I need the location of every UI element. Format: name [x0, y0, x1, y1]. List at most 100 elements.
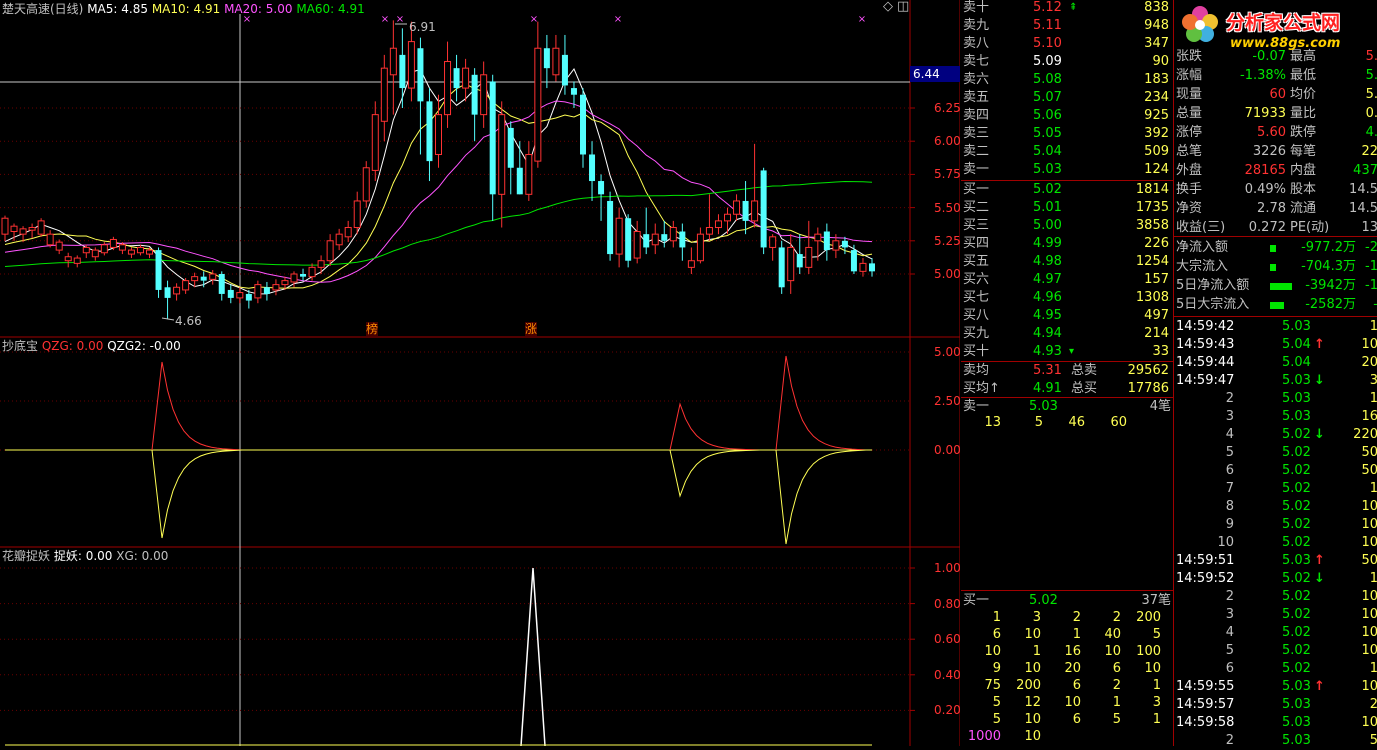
candle-body-up — [714, 220, 722, 229]
tick-time: 14:59:43 — [1176, 337, 1235, 352]
restore-icon[interactable]: ◫ — [897, 0, 909, 14]
tick-time: 14:59:58 — [1176, 715, 1235, 730]
average-row: 卖均 5.31 总卖 29562 — [963, 362, 1171, 380]
qzg2-spike — [775, 449, 867, 545]
buy-level-row: 买二 5.01 1735 — [963, 199, 1171, 217]
sell-level-volume: 509 — [1144, 144, 1169, 159]
candle-body-up — [733, 200, 741, 215]
queue-order: 10 — [1024, 627, 1041, 642]
sell-level-volume: 124 — [1144, 162, 1169, 177]
candle-body-up — [290, 273, 298, 283]
indicator1-title-bar: 抄底宝 QZG: 0.00 QZG2: -0.00 — [2, 339, 181, 353]
buy-level-volume: 3858 — [1135, 218, 1169, 233]
candle-body-up — [407, 41, 415, 89]
tick-price: 5.02 — [1282, 427, 1311, 442]
candle-body-down — [155, 250, 162, 290]
tick-row: 14:59:55 5.03 ↑ 10 — [1176, 678, 1377, 696]
candle-body-up — [696, 233, 704, 262]
tick-time: 14:59:57 — [1176, 697, 1235, 712]
tick-row: 6 5.02 50 — [1176, 462, 1377, 480]
queue-order: 2 — [1112, 610, 1121, 625]
tick-time: 14:59:42 — [1176, 319, 1235, 334]
candle-body-down — [841, 240, 848, 248]
candle-body-up — [326, 240, 334, 262]
tick-price: 5.02 — [1282, 643, 1311, 658]
flow-value-2: -1 — [1365, 259, 1377, 274]
sell-level-label: 卖二 — [963, 144, 990, 159]
list-mark-badge: 榜 — [366, 322, 379, 336]
tick-time: 6 — [1225, 463, 1234, 478]
candle-body-up — [100, 244, 108, 254]
indicator2-title: 花瓣捉妖 — [2, 549, 51, 563]
tick-volume: 10 — [1361, 535, 1377, 550]
stat-value: 5.60 — [1257, 125, 1286, 140]
tick-row: 7 5.02 1 — [1176, 480, 1377, 498]
signal-marker: × — [858, 14, 866, 25]
queue-order: 10 — [1064, 695, 1081, 710]
queue-order: 100 — [1136, 644, 1161, 659]
tick-row: 5 5.02 50 — [1176, 444, 1377, 462]
tick-time: 14:59:51 — [1176, 553, 1235, 568]
candle-body-down — [507, 127, 514, 168]
sell-level-volume: 838 — [1144, 0, 1169, 15]
candle-body-down — [263, 287, 270, 294]
tick-time: 3 — [1225, 607, 1234, 622]
queue-order: 6 — [1072, 712, 1081, 727]
tick-volume: 1 — [1369, 319, 1377, 334]
candle-body-down — [453, 68, 460, 89]
candle-body-down — [543, 48, 550, 69]
stat-value: 71933 — [1244, 106, 1286, 121]
flow-row: 净流入额 -977.2万 -2 — [1176, 239, 1377, 257]
buy1-queue-header: 买一 5.02 37笔 — [963, 592, 1171, 610]
candle-body-up — [832, 240, 840, 251]
stat-value: 4. — [1365, 125, 1377, 140]
qzg2-spike — [669, 449, 761, 498]
total-value: 29562 — [1127, 363, 1169, 378]
tick-row: 2 5.03 5 — [1176, 732, 1377, 750]
candle-body-up — [371, 114, 379, 171]
buy-level-label: 买三 — [963, 218, 990, 233]
chart-area[interactable]: × × × × × × — [0, 0, 960, 746]
tick-time: 2 — [1225, 589, 1234, 604]
window-buttons[interactable]: ◇ ◫ — [883, 0, 909, 14]
queue-order: 1 — [1032, 644, 1041, 659]
sell-level-label: 卖十 — [963, 0, 990, 15]
tick-price: 5.03 — [1282, 373, 1311, 388]
tick-volume: 5 — [1369, 733, 1377, 748]
queue-order: 200 — [1016, 678, 1041, 693]
stat-row: 总量 71933 量比 0. — [1176, 105, 1377, 123]
arrow-down-icon: ↓ — [1314, 427, 1325, 442]
diamond-icon[interactable]: ◇ — [883, 0, 893, 14]
sell-level-label: 卖九 — [963, 18, 990, 33]
stat-row: 涨幅 -1.38% 最低 5. — [1176, 67, 1377, 85]
tick-volume: 50 — [1361, 463, 1377, 478]
qzg2-spike — [151, 449, 243, 539]
stat-value: 13 — [1361, 220, 1377, 235]
sell-level-price: 5.08 — [1033, 72, 1062, 87]
candle-body-up — [82, 246, 90, 254]
queue-order: 16 — [1064, 644, 1081, 659]
queue-row: 75 200 6 2 1 — [963, 677, 1171, 695]
candle-body-down — [796, 254, 803, 268]
flow-value: -704.3万 — [1301, 259, 1356, 274]
tick-volume: 10 — [1361, 499, 1377, 514]
candle-body-up — [859, 262, 867, 272]
queue-order: 5 — [1112, 712, 1121, 727]
sell-level-row: 卖九 5.11 948 — [963, 17, 1171, 35]
stat-label: 均价 — [1290, 87, 1317, 102]
buy-level-volume: 33 — [1152, 344, 1169, 359]
candle-body-up — [281, 280, 289, 286]
candle-body-down — [561, 54, 568, 86]
price-axis-label: 5.00 — [934, 267, 961, 281]
flow-value-2: -2 — [1365, 240, 1377, 255]
candle-body-up — [805, 246, 813, 268]
candle-body-down — [778, 247, 785, 288]
candle-body-down — [679, 231, 686, 248]
candle-body-down — [227, 289, 234, 298]
tick-time: 9 — [1225, 517, 1234, 532]
arrow-icon: ⇞ — [1069, 2, 1078, 13]
tick-price: 5.03 — [1282, 733, 1311, 748]
buy-level-row: 买三 5.00 3858 — [963, 217, 1171, 235]
candle-body-up — [136, 246, 144, 254]
sell-level-label: 卖五 — [963, 90, 990, 105]
